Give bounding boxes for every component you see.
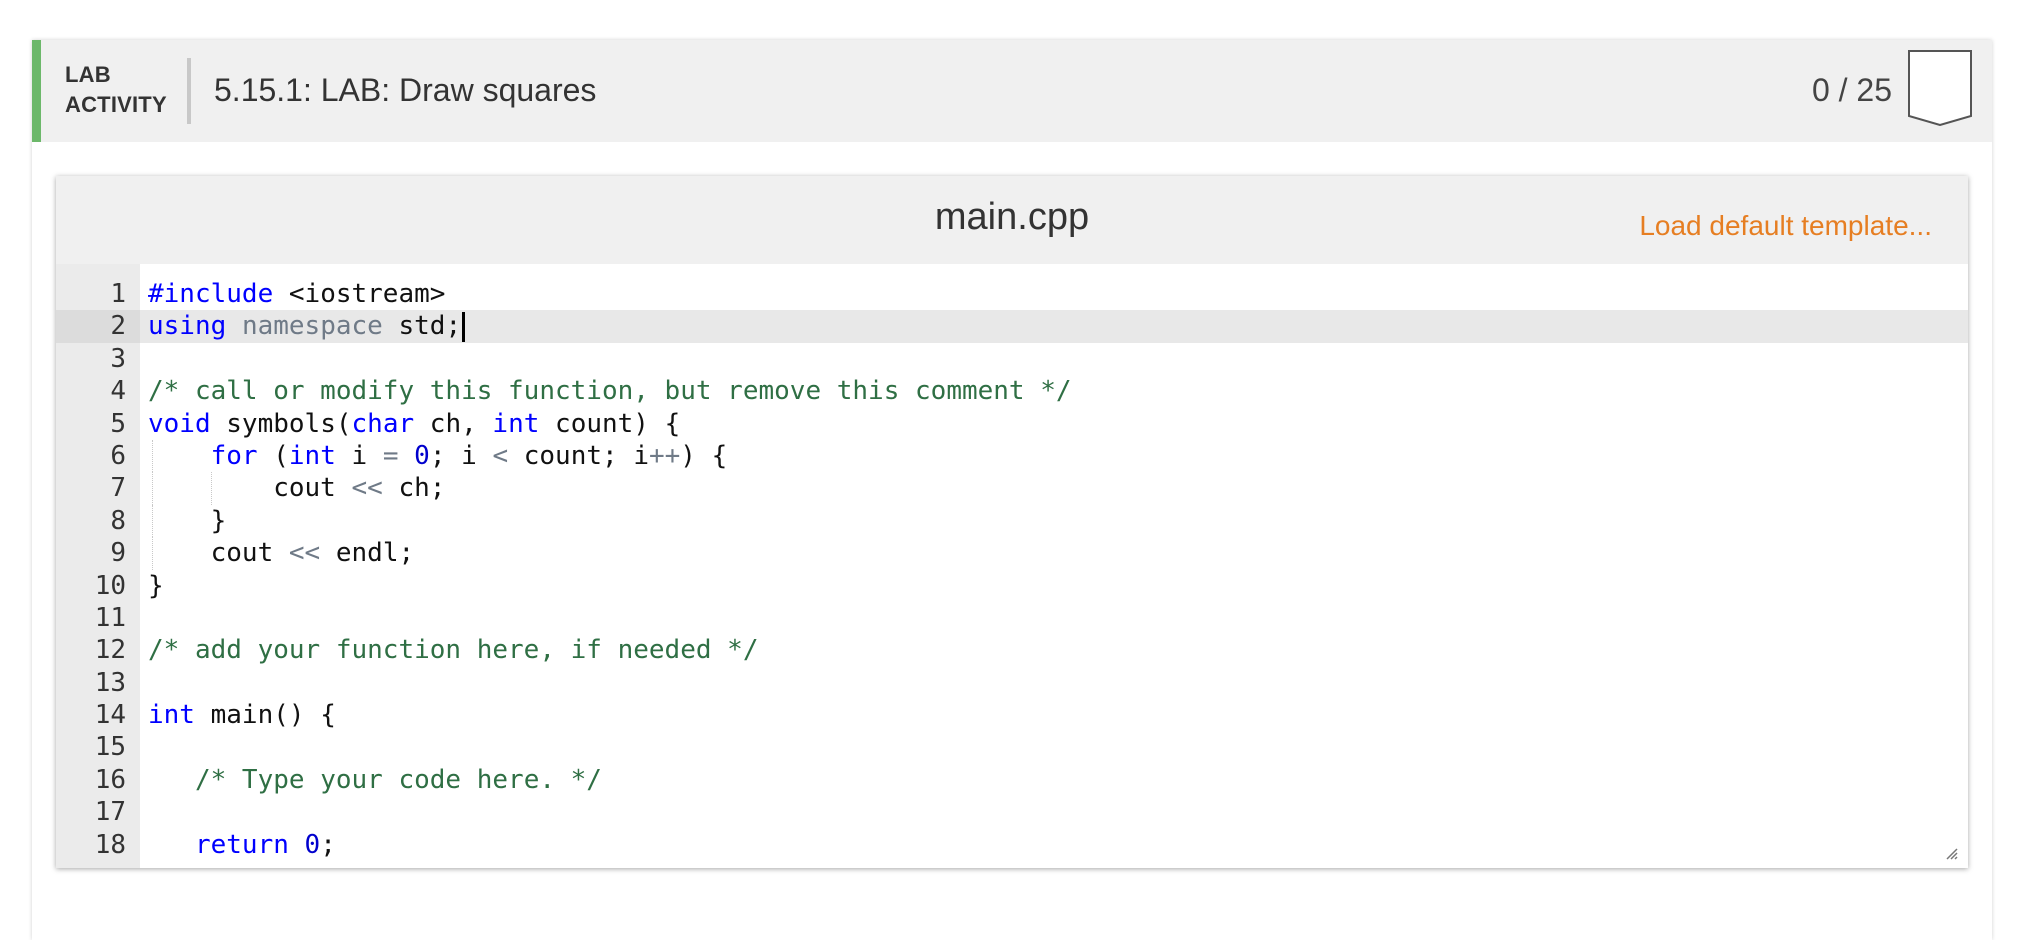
code-line[interactable]: 5 void symbols(char ch, int count) {	[56, 408, 1968, 440]
code-text[interactable]: void symbols(char ch, int count) {	[148, 408, 680, 440]
code-text[interactable]: return 0;	[148, 829, 336, 861]
code-line[interactable]: 9 cout << endl;	[56, 537, 1968, 570]
line-number: 4	[110, 376, 126, 407]
code-text[interactable]: #include <iostream>	[148, 278, 445, 310]
code-line[interactable]: 13	[56, 667, 1968, 699]
code-lines[interactable]: 1 #include <iostream> 2 using namespace std…	[56, 278, 1968, 861]
code-line[interactable]: 3	[56, 343, 1968, 375]
line-number: 12	[94, 635, 126, 666]
code-line[interactable]: 2 using namespace std;	[56, 310, 1968, 343]
line-number: 11	[94, 602, 126, 633]
line-number: 13	[94, 667, 126, 698]
line-number: 1	[110, 279, 126, 309]
line-number: 16	[94, 764, 126, 795]
code-line[interactable]: 8 }	[56, 504, 1968, 538]
code-text[interactable]: for (int i = 0; i < count; i++) {	[148, 440, 728, 472]
text-cursor	[462, 311, 466, 342]
lab-title: 5.15.1: LAB: Draw squares	[214, 72, 597, 108]
line-number: 7	[110, 473, 126, 504]
code-line[interactable]: 4 /* call or modify this function, but re…	[56, 375, 1968, 407]
line-number: 15	[94, 732, 126, 763]
code-text[interactable]: }	[148, 570, 164, 602]
line-number: 5	[110, 408, 126, 439]
code-line[interactable]: 10}	[56, 570, 1968, 602]
lab-header: LAB ACTIVITY 5.15.1: LAB: Draw squares 0…	[32, 40, 1992, 142]
line-number: 6	[110, 440, 126, 471]
lab-score: 0 / 25	[1811, 72, 1892, 108]
code-text[interactable]: /* Type your code here. */	[148, 764, 602, 796]
line-number: 18	[94, 829, 126, 860]
line-number: 8	[110, 505, 126, 536]
code-line[interactable]: 6 for (int i = 0; i < count; i++) {	[56, 439, 1968, 473]
lab-type-line1: LAB	[65, 62, 111, 87]
load-default-template-link[interactable]: Load default template...	[1639, 208, 1932, 244]
code-editor: main.cpp Load default template... 1 #incl…	[56, 176, 1968, 868]
code-text[interactable]: cout << ch;	[148, 472, 445, 504]
code-text[interactable]: }	[148, 505, 227, 537]
code-text[interactable]: int main() {	[148, 699, 336, 731]
lab-type-line2: ACTIVITY	[65, 92, 167, 117]
line-number: 17	[94, 797, 126, 828]
code-text[interactable]: /* call or modify this function, but rem…	[148, 375, 1072, 407]
line-number: 10	[94, 570, 126, 601]
code-line[interactable]: 18 return 0;	[56, 829, 1968, 861]
code-line[interactable]: 11	[56, 602, 1968, 634]
line-number: 3	[110, 343, 126, 374]
code-area[interactable]: 1 #include <iostream> 2 using namespace std…	[56, 264, 1968, 868]
code-line[interactable]: 16 /* Type your code here. */	[56, 764, 1968, 796]
resize-handle-icon[interactable]	[1944, 846, 1958, 860]
code-line[interactable]: 17	[56, 796, 1968, 828]
header-divider	[187, 58, 191, 124]
code-line[interactable]: 15	[56, 731, 1968, 763]
editor-toolbar: main.cpp Load default template...	[56, 176, 1968, 264]
lab-activity-label: LAB ACTIVITY	[65, 60, 167, 120]
code-line[interactable]: 7 cout << ch;	[56, 472, 1968, 505]
code-text[interactable]: cout << endl;	[148, 537, 415, 569]
line-number: 9	[110, 538, 126, 569]
line-number: 2	[56, 310, 140, 343]
code-line[interactable]: 1 #include <iostream>	[56, 278, 1968, 310]
code-line[interactable]: 12 /* add your function here, if needed *…	[56, 634, 1968, 666]
code-text[interactable]: using namespace std;	[148, 310, 466, 342]
code-text[interactable]: /* add your function here, if needed */	[148, 634, 758, 666]
score-badge-icon	[1908, 50, 1972, 126]
line-number: 14	[94, 700, 126, 731]
code-line[interactable]: 14 int main() {	[56, 699, 1968, 731]
